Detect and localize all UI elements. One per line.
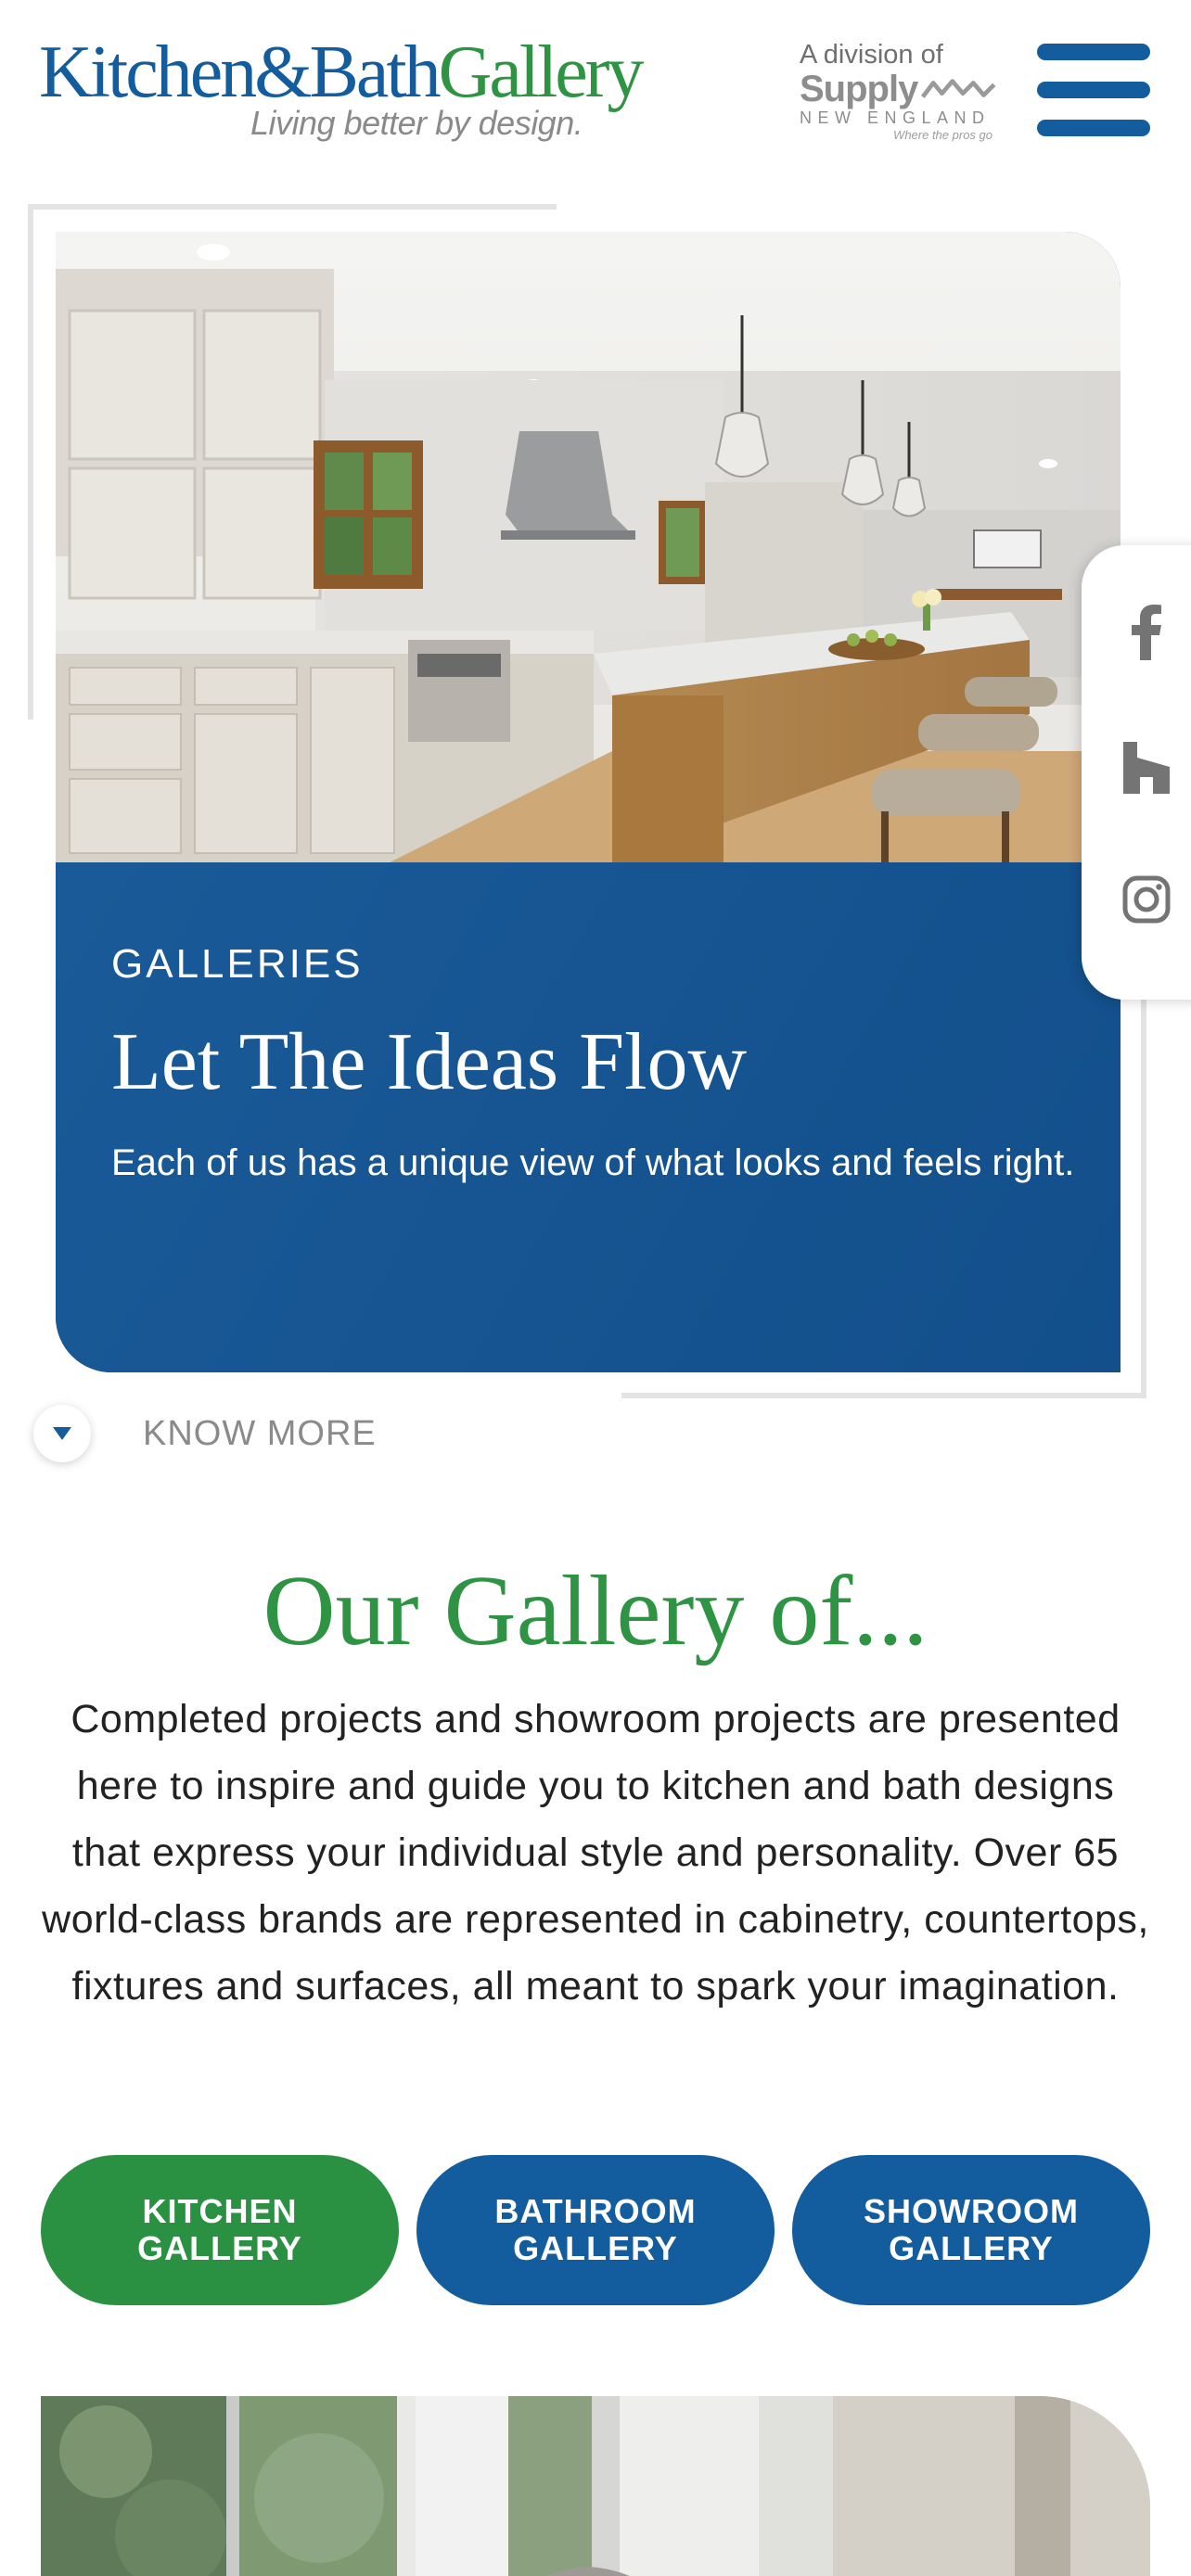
division-new-england-text: NEW ENGLAND — [800, 108, 991, 127]
gallery-description: Completed projects and showroom projects… — [42, 1697, 1149, 2009]
logo-tagline: Living better by design. — [250, 104, 583, 142]
division-supply-text: Supply — [800, 69, 918, 109]
know-more-button[interactable]: KNOW MORE — [33, 1402, 377, 1465]
gallery-heading: Our Gallery of... — [263, 1556, 928, 1666]
site-header: Kitchen&BathGallery Living better by des… — [0, 0, 1191, 185]
mountain-wave-icon — [921, 79, 996, 98]
hero-card: GALLERIES Let The Ideas Flow Each of us … — [56, 232, 1121, 1372]
kitchen-gallery-button[interactable]: KITCHEN GALLERY — [41, 2155, 399, 2305]
instagram-icon[interactable] — [1119, 872, 1174, 927]
showroom-gallery-button[interactable]: SHOWROOM GALLERY — [792, 2155, 1150, 2305]
kitchen-bath-gallery-logo[interactable]: Kitchen&BathGallery Living better by des… — [39, 32, 645, 142]
facebook-icon[interactable] — [1119, 605, 1174, 660]
gallery-buttons: KITCHEN GALLERY BATHROOM GALLERY SHOWROO… — [41, 2155, 1150, 2305]
kitchen-hero-image — [56, 232, 1121, 862]
hamburger-menu-icon[interactable] — [1037, 41, 1150, 137]
houzz-icon[interactable] — [1119, 740, 1174, 796]
hero-eyebrow: GALLERIES — [111, 941, 364, 987]
hero-description: Each of us has a unique view of what loo… — [111, 1142, 1075, 1183]
social-links-bar — [1082, 545, 1191, 1000]
division-label: A division of — [800, 40, 943, 70]
logo-kitchen-bath-text: Kitchen&Bath — [39, 32, 442, 113]
hero-title: Let The Ideas Flow — [111, 1017, 748, 1107]
know-more-label: KNOW MORE — [143, 1413, 377, 1453]
supply-new-england-logo[interactable]: A division of Supply NEW ENGLAND Where t… — [800, 39, 996, 148]
chevron-down-icon — [33, 1405, 91, 1462]
bathroom-preview-image — [41, 2396, 1150, 2576]
logo-gallery-text: Gallery — [438, 32, 645, 113]
division-tagline: Where the pros go — [893, 128, 992, 142]
bathroom-gallery-button[interactable]: BATHROOM GALLERY — [416, 2155, 775, 2305]
